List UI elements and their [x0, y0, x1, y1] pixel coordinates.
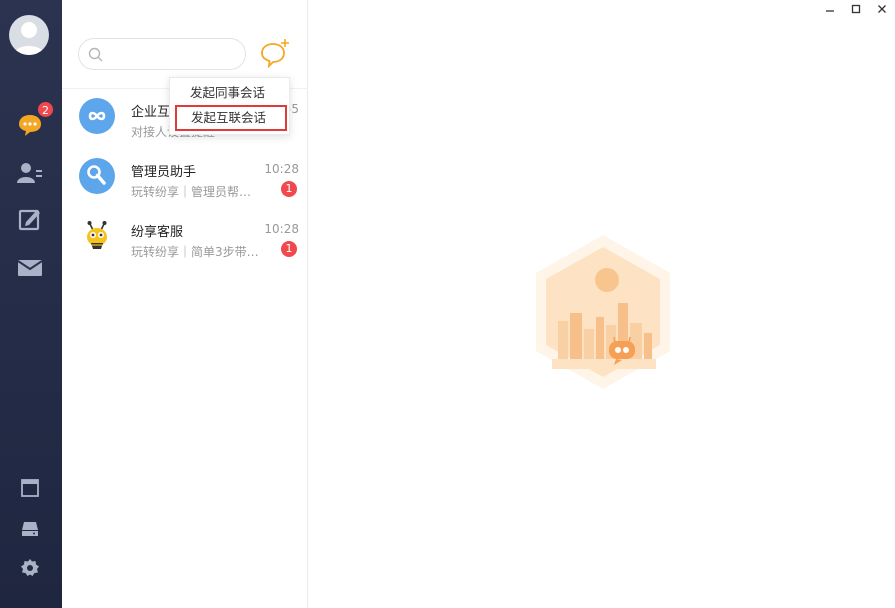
mail-icon: [17, 258, 43, 282]
contacts-icon: [17, 162, 43, 188]
conversation-time: 10:28: [264, 222, 299, 236]
conversation-list-panel: 企业互 55 对接人设置提醒 管理员助手 10:28 玩转纷享｜管理员帮… 1: [62, 0, 308, 608]
nav-window[interactable]: [14, 474, 46, 506]
unread-badge: 2: [37, 101, 54, 118]
maximize-icon: [851, 0, 861, 18]
search-icon: [88, 47, 103, 66]
minimize-button[interactable]: [817, 0, 843, 16]
empty-state-illustration: [530, 233, 676, 397]
left-nav: 2: [0, 0, 62, 608]
bee-mascot-icon: [79, 218, 115, 254]
conversation-preview: 玩转纷享｜简单3步带…: [131, 245, 259, 259]
menu-item-start-interconnect-chat[interactable]: 发起互联会话: [175, 105, 287, 131]
close-button[interactable]: [869, 0, 895, 16]
add-chat-icon: [258, 39, 292, 74]
nav-settings[interactable]: [14, 554, 46, 586]
nav-mail[interactable]: [14, 254, 46, 286]
window-icon: [21, 479, 39, 501]
nav-contacts[interactable]: [14, 159, 46, 191]
conversation-name: 管理员助手: [131, 165, 197, 180]
conversation-item[interactable]: 纷享客服 10:28 玩转纷享｜简单3步带… 1: [62, 208, 308, 268]
unread-badge: 1: [281, 181, 297, 197]
new-chat-button[interactable]: [258, 38, 292, 70]
new-chat-menu: 发起同事会话 发起互联会话: [169, 77, 290, 135]
nav-notes[interactable]: [14, 205, 46, 237]
conversation-preview: 玩转纷享｜管理员帮…: [131, 185, 252, 199]
wrench-icon: [79, 158, 115, 194]
infinity-icon: [79, 98, 115, 134]
edit-icon: [18, 207, 42, 235]
unread-badge: 1: [281, 241, 297, 257]
user-avatar[interactable]: [9, 15, 49, 55]
close-icon: [877, 0, 887, 18]
conversation-name: 企业互: [131, 105, 171, 120]
conversation-time: 10:28: [264, 162, 299, 176]
window-controls: [817, 0, 895, 16]
conversation-item[interactable]: 管理员助手 10:28 玩转纷享｜管理员帮… 1: [62, 148, 308, 208]
maximize-button[interactable]: [843, 0, 869, 16]
gear-icon: [20, 558, 40, 582]
nav-storage[interactable]: [14, 515, 46, 547]
app-window: 2 企业互 55 管理员助手 10:28 玩转纷享｜管理员帮… 1 纷享客服 1…: [0, 0, 895, 608]
menu-item-start-colleague-chat[interactable]: 发起同事会话: [170, 80, 291, 106]
minimize-icon: [825, 0, 835, 18]
conversation-name: 纷享客服: [131, 225, 184, 240]
chat-content-area: [309, 0, 895, 608]
chat-bubble-icon: [17, 113, 43, 141]
search-box[interactable]: [78, 38, 246, 70]
search-input[interactable]: [107, 45, 237, 63]
storage-icon: [21, 520, 39, 542]
